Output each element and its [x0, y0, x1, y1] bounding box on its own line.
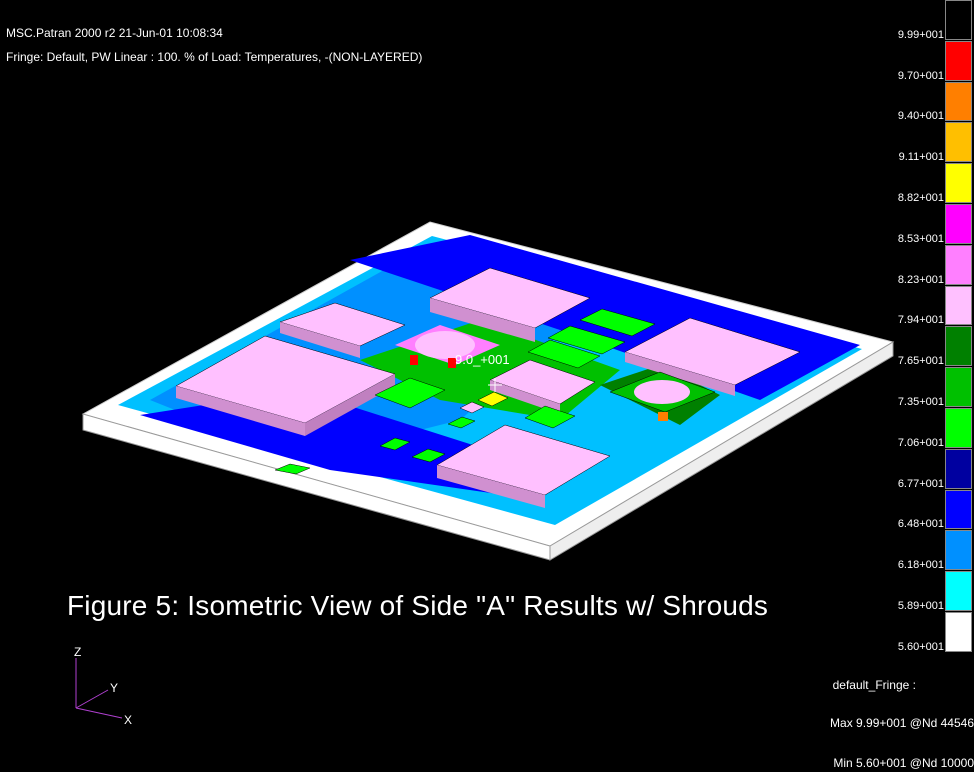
legend-swatch	[945, 40, 972, 81]
legend-tick-label: 7.94+001	[897, 314, 944, 327]
legend-tick-label: 5.60+001	[897, 640, 944, 653]
legend-tick-label: 9.40+001	[897, 110, 944, 123]
legend-tick-label: 7.06+001	[897, 436, 944, 449]
model-viewport[interactable]: 9.0_+001	[0, 0, 940, 600]
x-axis-line	[75, 707, 123, 719]
legend-swatch	[945, 0, 972, 40]
legend-tick-label: 8.23+001	[897, 273, 944, 286]
max-value: Max 9.99+001 @Nd 44546	[830, 716, 974, 730]
y-axis-line	[75, 689, 109, 709]
figure-caption: Figure 5: Isometric View of Side "A" Res…	[67, 590, 769, 621]
legend-swatch	[945, 163, 972, 203]
legend-swatch	[945, 244, 972, 285]
legend-tick-label: 9.99+001	[897, 28, 944, 41]
legend-swatch	[945, 448, 972, 489]
legend-tick-label: 7.35+001	[897, 396, 944, 408]
min-value: Min 5.60+001 @Nd 10000	[833, 756, 974, 770]
legend-swatch	[945, 489, 972, 530]
legend-tick-label: 7.65+001	[897, 355, 944, 368]
legend-swatch	[945, 122, 972, 163]
legend-swatch	[945, 408, 972, 448]
z-axis-label: Z	[74, 645, 81, 659]
legend-swatch	[945, 285, 972, 326]
legend-swatch	[945, 81, 972, 122]
legend-swatch	[945, 530, 972, 571]
legend-tick-label: 5.89+001	[897, 600, 944, 612]
legend-tick-label: 6.18+001	[897, 559, 944, 572]
legend-swatch	[945, 367, 972, 407]
coordinate-triad: Z Y X	[74, 645, 132, 727]
probe-label: 9.0_+001	[455, 352, 510, 367]
legend-swatch	[945, 571, 972, 611]
fringe-name: default_Fringe :	[832, 678, 916, 692]
legend-tick-label: 9.70+001	[897, 69, 944, 82]
legend-tick-label: 6.48+001	[897, 518, 944, 531]
x-axis-label: X	[124, 713, 132, 727]
legend-tick-label: 9.11+001	[898, 151, 944, 164]
legend-swatch	[945, 612, 972, 652]
y-axis-label: Y	[110, 681, 118, 695]
legend-tick-label: 8.53+001	[897, 232, 944, 245]
legend-swatch	[945, 326, 972, 367]
legend-tick-label: 8.82+001	[897, 192, 944, 204]
legend-tick-label: 6.77+001	[897, 477, 944, 490]
legend-swatch	[945, 204, 972, 244]
